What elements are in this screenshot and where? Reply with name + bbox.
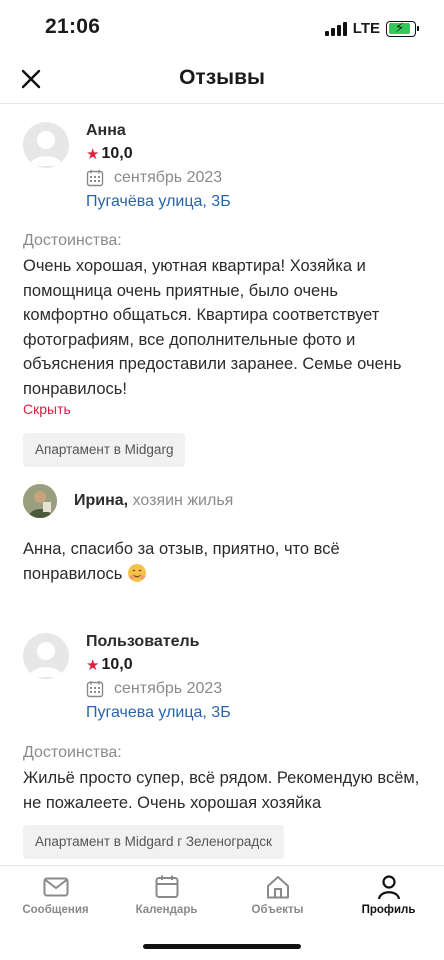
host-reply-header: Ирина, хозяин жилья (74, 492, 233, 510)
review-address-link[interactable]: Пугачева улица, 3Б (86, 704, 231, 722)
tab-label: Сообщения (22, 904, 89, 916)
review-rating: ★ 10,0 (86, 656, 133, 674)
mail-icon (43, 877, 68, 897)
home-indicator (143, 944, 301, 949)
network-type: LTE (352, 20, 380, 37)
pros-label: Достоинства: (23, 744, 122, 761)
tab-profile[interactable]: Профиль (333, 874, 444, 916)
review-date: сентябрь 2023 (114, 169, 223, 186)
status-indicators: LTE ⚡ (324, 20, 419, 37)
review-address-link[interactable]: Пугачёва улица, 3Б (86, 193, 231, 211)
review-rating: ★ 10,0 (86, 145, 133, 163)
page-title: Отзывы (179, 66, 265, 89)
hide-link[interactable]: Скрыть (23, 401, 71, 417)
header: Отзывы (0, 56, 444, 104)
host-role: хозяин жилья (132, 492, 234, 509)
star-icon: ★ (86, 146, 100, 163)
status-time: 21:06 (45, 15, 101, 38)
tab-objects[interactable]: Объекты (222, 874, 333, 916)
tab-label: Профиль (361, 904, 416, 916)
tab-label: Объекты (251, 904, 304, 916)
calendar-icon (86, 681, 104, 698)
tab-label: Календарь (135, 904, 198, 916)
calendar-icon (86, 170, 104, 187)
host-avatar (23, 484, 57, 518)
review-date-row: сентябрь 2023 (86, 680, 222, 698)
review-author: Анна (86, 122, 126, 139)
home-icon (266, 876, 289, 899)
review-author: Пользователь (86, 633, 200, 650)
tab-messages[interactable]: Сообщения (0, 874, 111, 916)
tab-calendar[interactable]: Календарь (111, 874, 222, 916)
property-tag: Апартамент в Midgard г Зеленоградск (23, 825, 284, 859)
user-placeholder-icon (29, 642, 63, 677)
review-date: сентябрь 2023 (114, 680, 223, 697)
avatar (23, 633, 69, 679)
avatar (23, 122, 69, 168)
host-name: Ирина, (74, 492, 129, 509)
status-bar: 21:06 LTE ⚡ (0, 0, 444, 56)
star-icon: ★ (86, 657, 100, 674)
host-reply-body: Анна, спасибо за отзыв, приятно, что всё… (23, 540, 340, 583)
host-reply-text: Анна, спасибо за отзыв, приятно, что всё… (23, 537, 403, 586)
battery-icon: ⚡ (386, 20, 419, 37)
pros-label: Достоинства: (23, 232, 122, 249)
smiling-face-icon (128, 563, 146, 582)
profile-icon (377, 875, 400, 900)
rating-value: 10,0 (101, 145, 133, 162)
review-date-row: сентябрь 2023 (86, 169, 222, 187)
property-tag: Апартамент в Midgarg (23, 433, 186, 467)
calendar-icon (155, 875, 178, 898)
user-placeholder-icon (29, 131, 63, 166)
review-text: Жильё просто супер, всё рядом. Рекоменду… (23, 769, 420, 812)
signal-icon (324, 21, 347, 36)
rating-value: 10,0 (101, 656, 133, 673)
review-text: Очень хорошая, уютная квартира! Хозяйка … (23, 257, 402, 398)
